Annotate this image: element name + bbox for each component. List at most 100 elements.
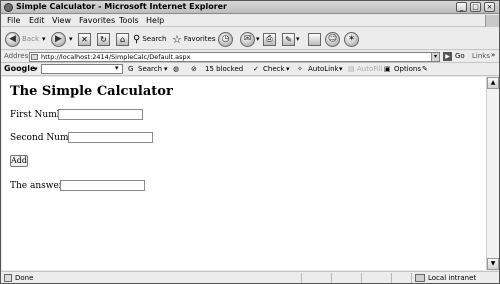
google-menu-dropdown-icon[interactable]: ▾ (34, 65, 38, 73)
autolink-dropdown-icon[interactable]: ▾ (339, 65, 343, 73)
history-icon: ◷ (218, 31, 233, 47)
home-button[interactable]: ⌂ (116, 31, 129, 47)
google-logo[interactable]: Google (4, 64, 35, 73)
close-button[interactable]: × (484, 2, 495, 12)
popup-blocker-icon: ⊘ (191, 65, 197, 73)
back-label: Back (22, 35, 39, 43)
autolink-button[interactable]: AutoLink (308, 65, 339, 73)
page-icon (31, 54, 38, 60)
google-search-input[interactable] (41, 64, 123, 74)
status-divider (301, 273, 302, 283)
refresh-button[interactable]: ↻ (97, 31, 110, 47)
maximize-button[interactable]: □ (470, 2, 481, 12)
address-dropdown-icon[interactable]: ▾ (431, 53, 439, 61)
back-dropdown-icon: ▾ (42, 35, 46, 43)
address-label: Address (4, 52, 32, 60)
search-label: Search (142, 35, 167, 43)
add-button[interactable]: Add (10, 155, 28, 167)
history-button[interactable]: ◷ (218, 31, 233, 47)
menu-help[interactable]: Help (146, 16, 164, 25)
browser-window: Simple Calculator - Microsoft Internet E… (0, 0, 500, 284)
vertical-scrollbar[interactable]: ▲ ▼ (486, 77, 499, 270)
security-zone-label: Local intranet (428, 274, 477, 282)
back-arrow-icon: ◀ (5, 31, 20, 47)
go-button[interactable]: Go (455, 52, 465, 60)
refresh-icon: ↻ (97, 32, 110, 46)
go-arrow-icon[interactable]: ▶ (443, 52, 452, 61)
search-magnifier-icon: ⚲ (133, 33, 141, 45)
research-button[interactable]: ✶ (344, 31, 359, 47)
mail-dropdown-icon: ▾ (256, 35, 260, 43)
home-icon: ⌂ (116, 32, 129, 46)
page-content: The Simple Calculator First Number: Seco… (2, 77, 486, 270)
edit-page-icon: ✎ (282, 32, 295, 46)
discuss-button[interactable] (308, 31, 321, 47)
stop-button[interactable]: ✕ (78, 31, 91, 47)
forward-arrow-icon: ▶ (51, 31, 66, 47)
discuss-icon (308, 32, 321, 46)
window-title: Simple Calculator - Microsoft Internet E… (16, 2, 228, 11)
pencil-icon[interactable]: ✎ (422, 65, 428, 73)
stop-icon: ✕ (78, 32, 91, 46)
options-button[interactable]: Options (394, 65, 421, 73)
menu-tools[interactable]: Tools (119, 16, 139, 25)
forward-button[interactable]: ▶ ▾ (51, 31, 73, 47)
mail-button[interactable]: ✉ ▾ (240, 31, 260, 47)
status-text: Done (15, 274, 34, 282)
print-icon: ⎙ (263, 32, 276, 46)
messenger-button[interactable]: ☺ (325, 31, 340, 47)
google-search-icon: G (128, 65, 134, 73)
scroll-down-arrow-icon[interactable]: ▼ (487, 258, 499, 270)
favorites-star-icon: ☆ (172, 32, 182, 46)
status-divider (361, 273, 362, 283)
menu-file[interactable]: File (7, 16, 20, 25)
menu-bar: File Edit View Favorites Tools Help (1, 15, 499, 27)
search-button[interactable]: ⚲ Search (133, 31, 166, 47)
options-icon: ▣ (384, 65, 391, 73)
google-search-button[interactable]: Search (138, 65, 162, 73)
edit-button[interactable]: ✎ ▾ (282, 31, 300, 47)
google-input-dropdown-icon[interactable]: ▾ (115, 64, 119, 72)
back-button[interactable]: ◀ Back ▾ (5, 31, 46, 47)
menu-favorites[interactable]: Favorites (79, 16, 115, 25)
favorites-button[interactable]: ☆ Favorites (172, 31, 216, 47)
second-number-input[interactable] (68, 132, 153, 143)
menu-edit[interactable]: Edit (29, 16, 45, 25)
scroll-up-arrow-icon[interactable]: ▲ (487, 77, 499, 89)
ie-icon (4, 3, 13, 12)
page-done-icon (4, 274, 12, 282)
favorites-label: Favorites (183, 35, 216, 43)
messenger-icon: ☺ (325, 31, 340, 47)
title-bar: Simple Calculator - Microsoft Internet E… (1, 1, 499, 14)
autolink-icon: ✧ (297, 65, 303, 73)
autofill-icon: ▤ (348, 65, 355, 73)
standard-toolbar: ◀ Back ▾ ▶ ▾ ✕ ↻ ⌂ ⚲ Search ☆ Favorites … (1, 28, 499, 50)
answer-field[interactable] (60, 180, 145, 191)
menu-view[interactable]: View (52, 16, 71, 25)
address-url: http://localhost:2414/SimpleCalc/Default… (41, 53, 191, 61)
address-bar: Address http://localhost:2414/SimpleCalc… (1, 51, 499, 63)
status-divider (411, 273, 412, 283)
status-divider (331, 273, 332, 283)
google-pagerank-icon: ◍ (173, 65, 180, 73)
google-toolbar: Google ▾ ▾ G Search ▾ ◍ ⊘ 15 blocked ✓ C… (1, 63, 499, 76)
print-button[interactable]: ⎙ (263, 31, 276, 47)
status-divider (391, 273, 392, 283)
spellcheck-button[interactable]: Check (263, 65, 285, 73)
forward-dropdown-icon: ▾ (69, 35, 73, 43)
links-button[interactable]: Links (472, 52, 490, 60)
links-chevron-icon[interactable]: » (491, 51, 495, 59)
spellcheck-dropdown-icon[interactable]: ▾ (286, 65, 290, 73)
first-number-input[interactable] (58, 109, 143, 120)
mail-icon: ✉ (240, 31, 255, 47)
popup-blocked-count[interactable]: 15 blocked (205, 65, 243, 73)
address-input[interactable]: http://localhost:2414/SimpleCalc/Default… (29, 52, 440, 62)
intranet-zone-icon (415, 274, 425, 282)
autofill-button[interactable]: AutoFill (357, 65, 383, 73)
page-title: The Simple Calculator (10, 84, 173, 99)
spellcheck-icon: ✓ (253, 65, 259, 73)
minimize-button[interactable]: _ (456, 2, 467, 12)
google-search-dropdown-icon[interactable]: ▾ (164, 65, 168, 73)
status-bar: Done Local intranet (1, 271, 499, 283)
edit-dropdown-icon: ▾ (296, 35, 300, 43)
